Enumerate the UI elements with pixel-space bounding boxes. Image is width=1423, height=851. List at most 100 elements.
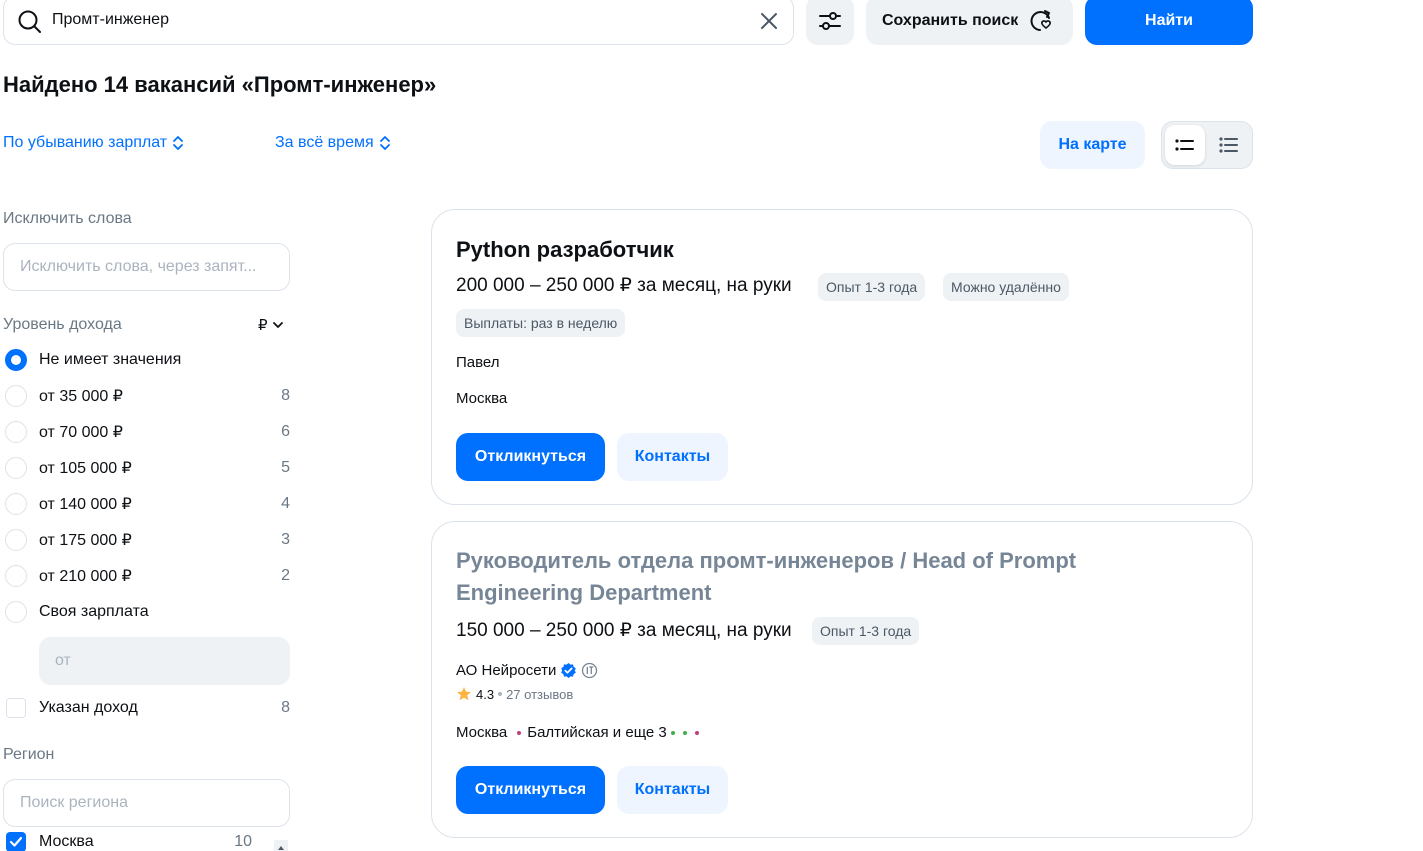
- save-search-button[interactable]: Сохранить поиск: [866, 0, 1073, 45]
- income-option-label: от 105 000 ₽: [39, 460, 132, 477]
- vacancy-title-line: Руководитель отдела промт-инженеров / He…: [456, 548, 1077, 573]
- income-specified-label: Указан доход: [39, 699, 138, 716]
- company-row: АО Нейросети: [456, 662, 598, 679]
- income-option-count: 2: [281, 567, 290, 584]
- payout-tag: Выплаты: раз в неделю: [456, 309, 626, 337]
- vacancy-salary: 200 000 – 250 000 ₽ за месяц, на руки: [456, 275, 792, 296]
- experience-tag: Опыт 1-3 года: [818, 273, 926, 301]
- metro-line-dot: [694, 730, 699, 735]
- sort-by-salary[interactable]: По убыванию зарплат: [3, 134, 185, 152]
- chevron-updown-icon: [379, 136, 390, 150]
- compact-view-button[interactable]: [1165, 125, 1205, 165]
- income-option-label: от 210 000 ₽: [39, 568, 132, 585]
- currency-select[interactable]: ₽: [258, 316, 284, 334]
- contacts-button[interactable]: Контакты: [617, 433, 728, 481]
- separator-dot: [498, 692, 503, 696]
- sort-time-label: За всё время: [275, 134, 374, 151]
- rating-row[interactable]: 4.3 27 отзывов: [456, 686, 573, 702]
- apply-button[interactable]: Откликнуться: [456, 433, 605, 481]
- radio-button[interactable]: [5, 457, 27, 479]
- radio-button[interactable]: [5, 529, 27, 551]
- region-option[interactable]: Москва 10: [3, 832, 293, 851]
- income-option-label: от 35 000 ₽: [39, 388, 123, 405]
- vacancy-card[interactable]: Руководитель отдела промт-инженеров / He…: [431, 521, 1253, 838]
- radio-button[interactable]: [5, 385, 27, 407]
- company-name[interactable]: АО Нейросети: [456, 662, 556, 679]
- experience-tag: Опыт 1-3 года: [812, 617, 920, 645]
- income-option-count: 4: [281, 495, 290, 512]
- sliders-icon: [819, 11, 841, 30]
- region-option-count: 10: [234, 833, 252, 850]
- chevron-updown-icon: [173, 136, 184, 150]
- search-query: Промт-инженер: [52, 11, 169, 28]
- check-icon: [9, 836, 23, 847]
- metro-line-dot: [517, 730, 522, 735]
- vacancy-title[interactable]: Руководитель отдела промт-инженеров / He…: [456, 545, 1076, 609]
- vacancy-city: Москва: [456, 724, 508, 741]
- vacancy-title[interactable]: Python разработчик: [456, 234, 674, 266]
- heart-refresh-icon: [1030, 9, 1052, 31]
- income-option[interactable]: от 35 000 ₽ 8: [3, 382, 293, 410]
- checkbox-checked[interactable]: [6, 832, 26, 851]
- income-option-label: от 175 000 ₽: [39, 532, 132, 549]
- search-input[interactable]: Промт-инженер: [3, 0, 794, 45]
- save-search-label: Сохранить поиск: [882, 11, 1019, 29]
- salary-from-input[interactable]: от: [39, 637, 290, 685]
- radio-button[interactable]: [5, 349, 27, 371]
- exclude-words-label: Исключить слова: [3, 210, 132, 227]
- list-detailed-icon: [1219, 137, 1238, 153]
- apply-button[interactable]: Откликнуться: [456, 766, 605, 814]
- vacancy-salary: 150 000 – 250 000 ₽ за месяц, на руки: [456, 620, 792, 641]
- sort-by-time[interactable]: За всё время: [275, 134, 392, 152]
- region-option-label: Москва: [39, 833, 94, 850]
- view-toggle: [1161, 121, 1253, 169]
- exclude-words-input[interactable]: Исключить слова, через запят...: [3, 243, 290, 291]
- income-option[interactable]: от 210 000 ₽ 2: [3, 562, 293, 590]
- region-label: Регион: [3, 746, 55, 763]
- radio-button[interactable]: [5, 601, 27, 623]
- radio-button[interactable]: [5, 421, 27, 443]
- income-option-count: 5: [281, 459, 290, 476]
- income-option[interactable]: от 175 000 ₽ 3: [3, 526, 293, 554]
- income-option-label: Своя зарплата: [39, 603, 149, 620]
- income-option[interactable]: от 105 000 ₽ 5: [3, 454, 293, 482]
- income-specified-option[interactable]: Указан доход 8: [3, 694, 293, 722]
- income-option[interactable]: от 140 000 ₽ 4: [3, 490, 293, 518]
- search-icon: [18, 10, 41, 33]
- remote-tag: Можно удалённо: [943, 273, 1069, 301]
- income-specified-count: 8: [281, 699, 290, 716]
- currency-value: ₽: [258, 317, 268, 334]
- company-name[interactable]: Павел: [456, 354, 500, 371]
- map-button[interactable]: На карте: [1040, 121, 1145, 169]
- income-option[interactable]: Не имеет значения: [3, 346, 293, 374]
- income-option[interactable]: от 70 000 ₽ 6: [3, 418, 293, 446]
- detailed-view-button[interactable]: [1209, 125, 1249, 165]
- income-option-count: 8: [281, 387, 290, 404]
- verified-icon: [561, 663, 577, 678]
- list-compact-icon: [1175, 139, 1194, 151]
- sort-salary-label: По убыванию зарплат: [3, 134, 168, 151]
- star-icon: [457, 687, 471, 701]
- it-accreditation-icon: [582, 662, 598, 679]
- filters-button[interactable]: [806, 0, 854, 45]
- metro-line-dot: [682, 730, 687, 735]
- checkbox[interactable]: [6, 698, 26, 718]
- location-row: Москва Балтийская и еще 3: [456, 724, 703, 741]
- close-icon[interactable]: [757, 9, 781, 33]
- radio-button[interactable]: [5, 565, 27, 587]
- radio-button[interactable]: [5, 493, 27, 515]
- income-option[interactable]: Своя зарплата: [3, 598, 293, 626]
- contacts-button[interactable]: Контакты: [617, 766, 728, 814]
- chevron-down-icon: [272, 322, 283, 328]
- vacancy-card[interactable]: Python разработчик 200 000 – 250 000 ₽ з…: [431, 209, 1253, 505]
- region-search-input[interactable]: Поиск региона: [3, 779, 290, 827]
- income-option-count: 6: [281, 423, 290, 440]
- rating-value: 4.3: [476, 686, 495, 702]
- metro-stations: Балтийская и еще 3: [527, 724, 667, 741]
- vacancy-city: Москва: [456, 390, 508, 407]
- scrollbar-up[interactable]: [274, 840, 288, 851]
- find-button[interactable]: Найти: [1085, 0, 1253, 45]
- income-option-label: Не имеет значения: [39, 351, 182, 368]
- metro-line-dot: [670, 730, 675, 735]
- reviews-count: 27 отзывов: [506, 686, 574, 702]
